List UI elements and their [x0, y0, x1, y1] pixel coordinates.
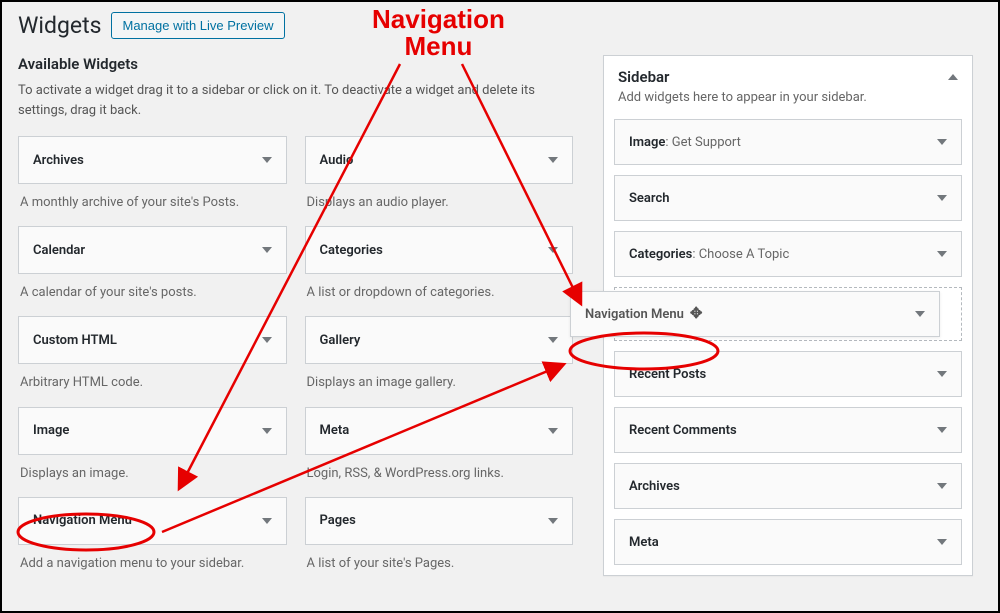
widget-label: Categories: [320, 243, 383, 258]
chevron-down-icon: [937, 427, 947, 433]
dragging-label: Navigation Menu: [585, 307, 704, 322]
sidebar-widget-label: Search: [629, 191, 670, 206]
widget-label: Calendar: [33, 243, 85, 258]
sidebar-description: Add widgets here to appear in your sideb…: [604, 90, 972, 119]
dragging-widget-navigation-menu[interactable]: Navigation Menu: [570, 291, 940, 337]
chevron-up-icon: [948, 74, 958, 80]
widget-desc: A calendar of your site's posts.: [18, 274, 287, 316]
sidebar-widget-label: Recent Comments: [629, 423, 737, 438]
widget-meta[interactable]: Meta: [305, 407, 574, 455]
widget-audio[interactable]: Audio: [305, 136, 574, 184]
widget-categories[interactable]: Categories: [305, 226, 574, 274]
sidebar-widget-label: Meta: [629, 535, 659, 550]
chevron-down-icon: [548, 428, 558, 434]
chevron-down-icon: [937, 195, 947, 201]
sidebar-widget-archives[interactable]: Archives: [614, 463, 962, 509]
chevron-down-icon: [262, 518, 272, 524]
widget-desc: Add a navigation menu to your sidebar.: [18, 545, 287, 587]
sidebar-drop-placeholder[interactable]: Navigation Menu: [614, 287, 962, 341]
widget-desc: Displays an audio player.: [305, 184, 574, 226]
widget-gallery[interactable]: Gallery: [305, 316, 574, 364]
widget-desc: A list of your site's Pages.: [305, 545, 574, 587]
sidebar-widget-label: Archives: [629, 479, 680, 494]
sidebar-widget-recent-posts[interactable]: Recent Posts: [614, 351, 962, 397]
widget-label: Image: [33, 423, 69, 438]
widget-image[interactable]: Image: [18, 407, 287, 455]
sidebar-widget-categories[interactable]: Categories: Choose A Topic: [614, 231, 962, 277]
widget-desc: A monthly archive of your site's Posts.: [18, 184, 287, 226]
widget-label: Gallery: [320, 333, 361, 348]
sidebar-widget-recent-comments[interactable]: Recent Comments: [614, 407, 962, 453]
widget-label: Meta: [320, 423, 350, 438]
widget-desc: Displays an image.: [18, 455, 287, 497]
sidebar-widget-image[interactable]: Image: Get Support: [614, 119, 962, 165]
widget-desc: Displays an image gallery.: [305, 364, 574, 406]
chevron-down-icon: [262, 428, 272, 434]
widget-label: Audio: [320, 153, 354, 168]
chevron-down-icon: [937, 251, 947, 257]
sidebar-widget-label: Recent Posts: [629, 367, 706, 382]
sidebar-panel: Sidebar Add widgets here to appear in yo…: [603, 55, 973, 576]
chevron-down-icon: [262, 337, 272, 343]
chevron-down-icon: [937, 539, 947, 545]
chevron-down-icon: [915, 311, 925, 317]
chevron-down-icon: [937, 139, 947, 145]
widget-desc: A list or dropdown of categories.: [305, 274, 574, 316]
chevron-down-icon: [548, 157, 558, 163]
widget-label: Pages: [320, 513, 356, 528]
move-cursor-icon: [690, 307, 704, 321]
chevron-down-icon: [937, 371, 947, 377]
widget-desc: Login, RSS, & WordPress.org links.: [305, 455, 574, 497]
sidebar-widget-label: Image: Get Support: [629, 135, 741, 150]
sidebar-widget-search[interactable]: Search: [614, 175, 962, 221]
widget-custom-html[interactable]: Custom HTML: [18, 316, 287, 364]
sidebar-header[interactable]: Sidebar: [604, 56, 972, 90]
widget-archives[interactable]: Archives: [18, 136, 287, 184]
widget-label: Custom HTML: [33, 333, 117, 348]
chevron-down-icon: [548, 337, 558, 343]
annotation-label: NavigationMenu: [372, 6, 505, 61]
chevron-down-icon: [262, 157, 272, 163]
page-title: Widgets: [18, 12, 101, 39]
widget-pages[interactable]: Pages: [305, 497, 574, 545]
widget-navigation-menu[interactable]: Navigation Menu: [18, 497, 287, 545]
available-widgets-grid: Archives A monthly archive of your site'…: [18, 136, 573, 587]
sidebar-title: Sidebar: [618, 68, 669, 86]
chevron-down-icon: [548, 247, 558, 253]
widget-label: Archives: [33, 153, 84, 168]
chevron-down-icon: [262, 247, 272, 253]
available-widgets-description: To activate a widget drag it to a sideba…: [18, 81, 573, 120]
live-preview-button[interactable]: Manage with Live Preview: [111, 12, 284, 39]
chevron-down-icon: [937, 483, 947, 489]
sidebar-widget-meta[interactable]: Meta: [614, 519, 962, 565]
widget-calendar[interactable]: Calendar: [18, 226, 287, 274]
chevron-down-icon: [548, 518, 558, 524]
sidebar-widget-label: Categories: Choose A Topic: [629, 247, 789, 262]
widget-desc: Arbitrary HTML code.: [18, 364, 287, 406]
widget-label: Navigation Menu: [33, 513, 132, 528]
